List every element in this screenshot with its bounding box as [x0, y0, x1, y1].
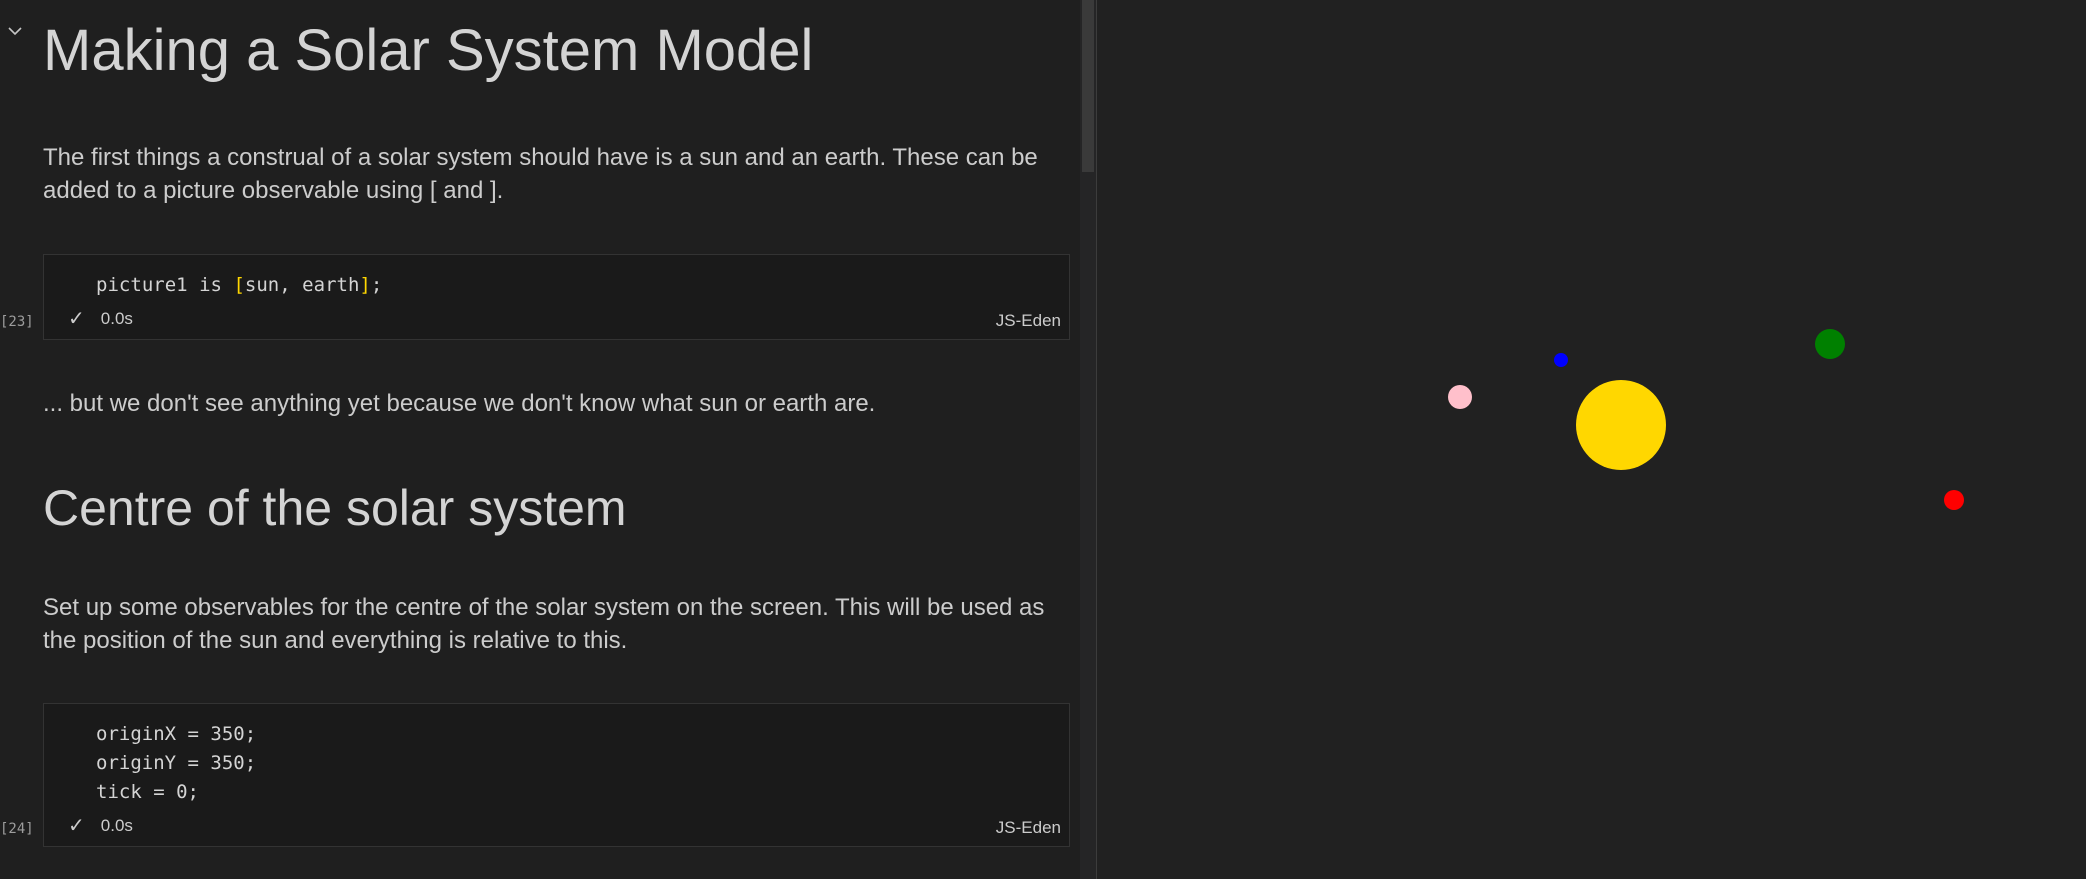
language-selector[interactable]: JS-Eden [996, 311, 1061, 331]
code-char: s [210, 274, 222, 296]
code-cell[interactable]: originX = 350; originY = 350; tick = 0; … [43, 703, 1070, 847]
code-char: e [164, 274, 177, 296]
canvas-output-panel [1097, 0, 2086, 879]
execution-time: 0.0s [100, 308, 133, 328]
red-planet [1944, 490, 1964, 510]
note-paragraph: ... but we don't see anything yet becaus… [43, 390, 876, 417]
code-char: t [336, 274, 348, 296]
code-char: i [199, 274, 211, 296]
cell-status: ✓ 0.0s [68, 306, 133, 331]
code-char: n [267, 274, 280, 296]
code-line: originX = 350; [96, 723, 257, 745]
cell-status: ✓ 0.0s [68, 813, 133, 838]
intro-paragraph: The first things a construal of a solar … [43, 144, 1038, 204]
code-char: e [302, 274, 314, 296]
code-char [222, 274, 233, 296]
code-editor[interactable]: originX = 350; originY = 350; tick = 0; [96, 720, 256, 807]
bracket-token: ] [359, 274, 371, 296]
page-title: Making a Solar System Model [43, 18, 814, 83]
sun [1576, 380, 1666, 470]
language-selector[interactable]: JS-Eden [996, 818, 1061, 838]
code-char: s [244, 274, 257, 296]
check-icon: ✓ [68, 815, 85, 837]
notebook-panel: Making a Solar System Model The first th… [0, 0, 1080, 879]
code-editor[interactable]: picture1 is [sun, earth]; [96, 271, 382, 300]
code-char: , [279, 274, 291, 296]
code-char: p [96, 274, 108, 296]
green-planet [1815, 329, 1845, 359]
execution-time: 0.0s [100, 815, 133, 835]
code-line: originY = 350; [96, 752, 257, 774]
scrollbar-thumb[interactable] [1082, 0, 1094, 172]
solar-system-canvas [1448, 329, 1964, 510]
code-char: c [118, 274, 131, 296]
code-char: ; [370, 274, 383, 296]
check-icon: ✓ [68, 308, 85, 330]
code-char: r [325, 274, 337, 296]
code-line: tick = 0; [96, 781, 199, 803]
section-heading: Centre of the solar system [43, 480, 627, 536]
bracket-token: [ [233, 274, 245, 296]
code-char: h [347, 274, 360, 296]
execution-count: [23] [0, 314, 34, 330]
code-char [291, 274, 302, 296]
code-char [188, 274, 199, 296]
code-cell[interactable]: picture1 is [sun, earth]; ✓ 0.0s JS-Eden [43, 254, 1070, 340]
pink-planet [1448, 385, 1472, 409]
code-char: r [153, 274, 165, 296]
section-paragraph: Set up some observables for the centre o… [43, 594, 1045, 654]
code-char: t [130, 274, 142, 296]
code-line: picture1 is [sun, earth]; [96, 274, 382, 296]
blue-planet [1554, 353, 1568, 367]
code-char: 1 [176, 274, 188, 296]
code-char: i [107, 274, 119, 296]
execution-count: [24] [0, 821, 34, 837]
code-char: a [313, 274, 326, 296]
chevron-down-icon[interactable] [6, 22, 24, 40]
code-char: u [141, 274, 154, 296]
code-char: u [256, 274, 268, 296]
